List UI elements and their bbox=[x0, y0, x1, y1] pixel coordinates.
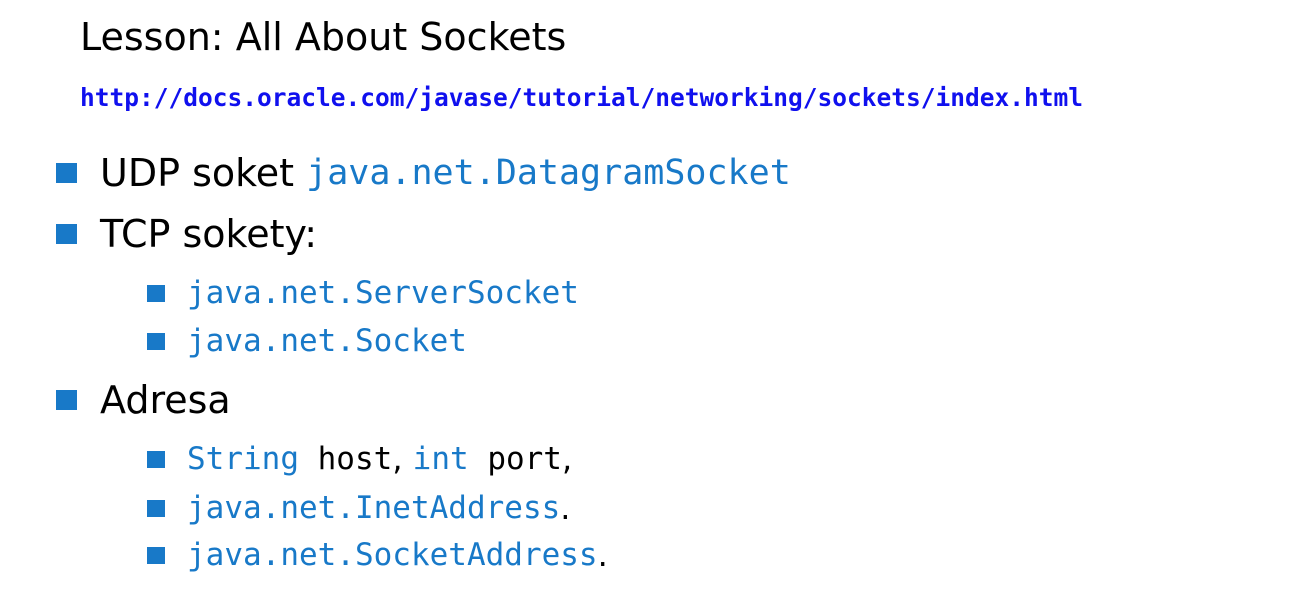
string-type: String bbox=[187, 441, 299, 477]
bullet-item-address: Adresa bbox=[56, 376, 231, 424]
inet-address-class: java.net.InetAddress bbox=[187, 490, 561, 526]
bullet-square-icon bbox=[147, 499, 165, 517]
subitem-socket: java.net.Socket bbox=[147, 321, 467, 361]
bullet-square-icon bbox=[147, 332, 165, 350]
slide-title: Lesson: All About Sockets bbox=[80, 15, 567, 59]
subitem-server-socket: java.net.ServerSocket bbox=[147, 273, 579, 313]
period: . bbox=[560, 489, 571, 527]
host-param: host bbox=[298, 441, 393, 477]
bullet-square-icon bbox=[147, 450, 165, 468]
int-type: int bbox=[412, 441, 469, 477]
period: . bbox=[597, 536, 608, 574]
subitem-host-port: String host , int port , bbox=[147, 439, 572, 479]
address-label: Adresa bbox=[100, 378, 231, 422]
socket-class: java.net.Socket bbox=[187, 323, 467, 359]
bullet-square-icon bbox=[56, 163, 77, 183]
bullet-square-icon bbox=[147, 284, 165, 302]
trailing-comma: , bbox=[561, 440, 573, 478]
bullet-square-icon bbox=[56, 224, 77, 244]
tcp-label: TCP sokety: bbox=[100, 212, 318, 256]
bullet-item-udp: UDP soket java.net.DatagramSocket bbox=[56, 149, 791, 197]
tutorial-link[interactable]: http://docs.oracle.com/javase/tutorial/n… bbox=[80, 83, 1083, 113]
subitem-socket-address: java.net.SocketAddress . bbox=[147, 535, 608, 575]
bullet-item-tcp: TCP sokety: bbox=[56, 210, 317, 258]
port-param: port bbox=[468, 441, 562, 477]
datagram-socket-class: java.net.DatagramSocket bbox=[306, 153, 791, 193]
bullet-square-icon bbox=[147, 546, 165, 564]
separator-comma: , bbox=[392, 440, 413, 478]
socket-address-class: java.net.SocketAddress bbox=[187, 537, 598, 573]
subitem-inet-address: java.net.InetAddress . bbox=[147, 488, 570, 528]
udp-label: UDP soket bbox=[100, 151, 307, 195]
bullet-square-icon bbox=[56, 390, 77, 410]
server-socket-class: java.net.ServerSocket bbox=[187, 275, 579, 311]
